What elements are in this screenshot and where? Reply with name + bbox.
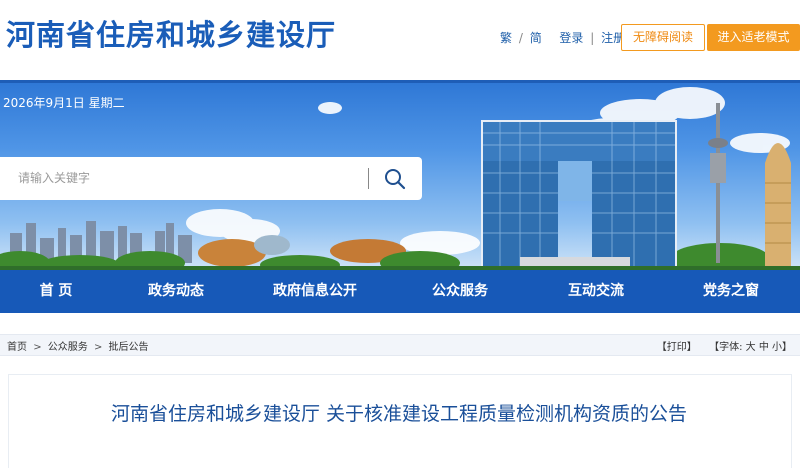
article-container: 河南省住房和城乡建设厅 关于核准建设工程质量检测机构资质的公告 xyxy=(8,374,792,468)
breadcrumb-public-service[interactable]: 公众服务 xyxy=(48,342,88,353)
breadcrumb-separator: > xyxy=(33,342,42,353)
article-title: 河南省住房和城乡建设厅 关于核准建设工程质量检测机构资质的公告 xyxy=(110,403,688,425)
breadcrumb-bar: 首页 > 公众服务 > 批后公告 【打印】 【字体: 大 中 小】 xyxy=(0,334,800,356)
simplified-chinese-link[interactable]: 简 xyxy=(530,31,542,45)
banner: 2026年9月1日 星期二 xyxy=(0,83,800,270)
site-header: 河南省住房和城乡建设厅 繁 / 简 登录 | 注册 无障碍阅读 进入适老模式 xyxy=(0,0,800,83)
separator: | xyxy=(590,31,595,45)
nav-item-party-affairs[interactable]: 党务之窗 xyxy=(662,270,800,313)
corn-tower xyxy=(765,143,791,269)
page-tools: 【打印】 【字体: 大 中 小】 xyxy=(657,338,792,353)
traditional-chinese-link[interactable]: 繁 xyxy=(500,31,512,45)
print-button[interactable]: 【打印】 xyxy=(657,342,697,353)
breadcrumb: 首页 > 公众服务 > 批后公告 xyxy=(7,338,149,353)
search-input[interactable] xyxy=(18,167,358,189)
top-links: 繁 / 简 登录 | 注册 xyxy=(500,29,625,46)
login-link[interactable]: 登录 xyxy=(559,31,583,45)
elder-mode-button[interactable]: 进入适老模式 xyxy=(707,24,800,51)
tv-tower xyxy=(708,103,728,263)
arch-building xyxy=(481,120,677,270)
nav-item-gov-info[interactable]: 政府信息公开 xyxy=(240,270,390,313)
font-size-control[interactable]: 【字体: 大 中 小】 xyxy=(709,342,792,353)
separator: / xyxy=(518,31,523,45)
breadcrumb-separator: > xyxy=(93,342,103,353)
nav-item-news[interactable]: 政务动态 xyxy=(112,270,240,313)
nav-item-interaction[interactable]: 互动交流 xyxy=(530,270,662,313)
site-title[interactable]: 河南省住房和城乡建设厅 xyxy=(6,12,336,54)
breadcrumb-home[interactable]: 首页 xyxy=(7,342,27,353)
search-box xyxy=(0,157,422,200)
current-date: 2026年9月1日 星期二 xyxy=(3,96,125,110)
nav-item-home[interactable]: 首 页 xyxy=(0,270,112,313)
search-button[interactable] xyxy=(380,165,410,192)
nav-item-public-service[interactable]: 公众服务 xyxy=(390,270,530,313)
main-nav: 首 页 政务动态 政府信息公开 公众服务 互动交流 党务之窗 xyxy=(0,270,800,313)
page: 河南省住房和城乡建设厅 繁 / 简 登录 | 注册 无障碍阅读 进入适老模式 2… xyxy=(0,0,800,468)
glass-dome xyxy=(254,235,290,255)
accessible-reading-button[interactable]: 无障碍阅读 xyxy=(621,24,705,51)
search-divider xyxy=(368,168,369,189)
search-icon xyxy=(385,169,406,190)
breadcrumb-announcements[interactable]: 批后公告 xyxy=(109,342,149,353)
